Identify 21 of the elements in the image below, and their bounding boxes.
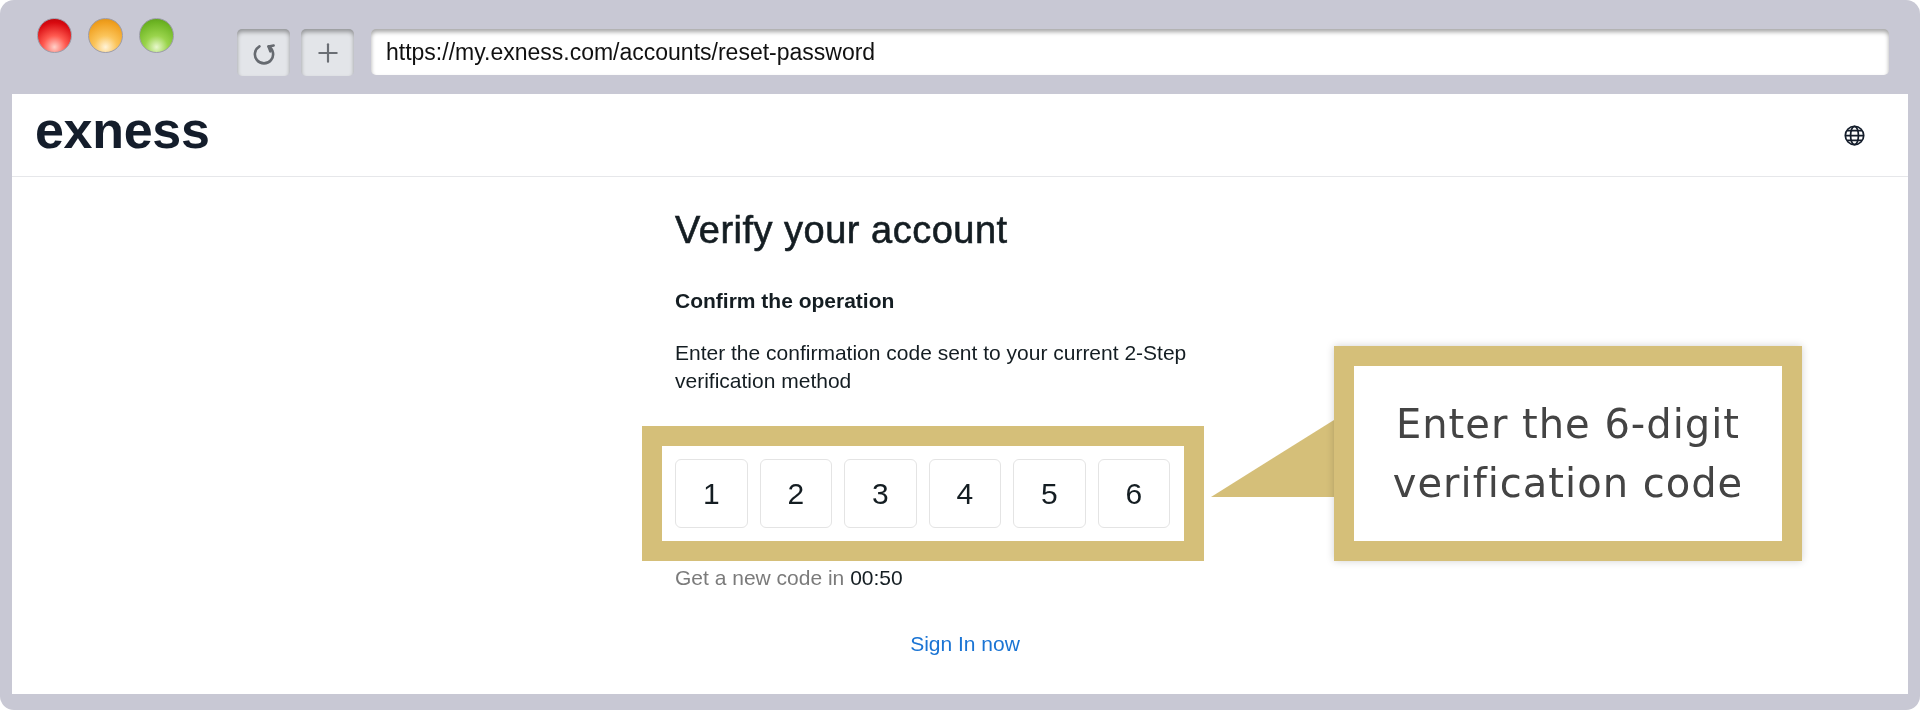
code-digit-field[interactable]: 4	[928, 459, 1001, 528]
callout-bubble: Enter the 6-digit verification code	[1334, 346, 1802, 561]
instruction-text: Enter the confirmation code sent to your current 2-Step verification method	[675, 340, 1188, 394]
resend-label: Get a new code in	[675, 566, 845, 589]
countdown-timer: 00:50	[850, 566, 903, 589]
minimize-button[interactable]	[88, 18, 123, 53]
sign-in-link[interactable]: Sign In now	[910, 632, 1020, 655]
page-title: Verify your account	[675, 208, 1009, 253]
new-tab-button[interactable]	[301, 29, 354, 76]
zoom-button[interactable]	[139, 18, 174, 53]
address-bar[interactable]: https://my.exness.com/accounts/reset-password	[371, 29, 1889, 75]
section-heading: Confirm the operation	[675, 287, 896, 314]
logo[interactable]: exness	[35, 104, 210, 156]
reload-button[interactable]	[237, 29, 290, 76]
code-digit-field[interactable]: 3	[844, 459, 917, 528]
code-digit-field[interactable]: 2	[759, 459, 832, 528]
code-digit-field[interactable]: 5	[1013, 459, 1086, 528]
code-digit-field[interactable]: 6	[1097, 459, 1170, 528]
code-digit-field[interactable]: 1	[675, 459, 748, 528]
globe-icon[interactable]	[1844, 124, 1865, 146]
close-button[interactable]	[37, 18, 72, 53]
